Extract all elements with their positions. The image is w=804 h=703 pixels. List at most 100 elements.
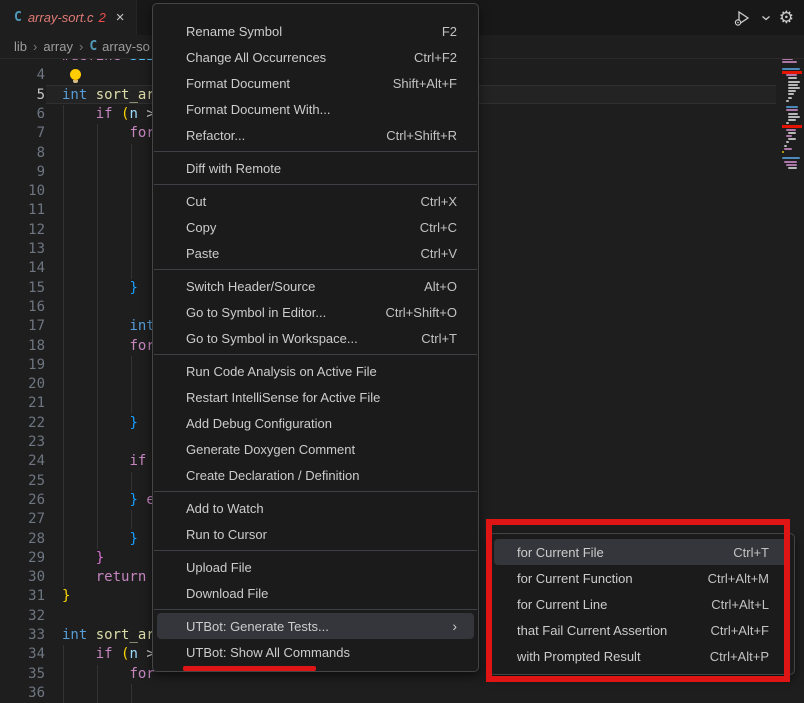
menu-item-shortcut: Ctrl+V bbox=[421, 246, 457, 261]
code-line: } bbox=[62, 279, 138, 298]
tab-array-sort[interactable]: C array-sort.c 2 × bbox=[0, 0, 137, 35]
menu-item-label: Restart IntelliSense for Active File bbox=[186, 390, 457, 405]
submenu-arrow-icon: › bbox=[452, 618, 457, 634]
code-line: return ( bbox=[62, 568, 163, 587]
minimap-line bbox=[786, 141, 789, 143]
code-line: int sort_arr bbox=[62, 626, 163, 645]
menu-item-shortcut: Ctrl+Alt+P bbox=[710, 649, 769, 664]
line-number: 31 bbox=[7, 587, 45, 606]
menu-item-add-to-watch[interactable]: Add to Watch bbox=[157, 495, 474, 521]
menu-item-format-document[interactable]: Format DocumentShift+Alt+F bbox=[157, 70, 474, 96]
menu-separator bbox=[154, 550, 477, 551]
line-number: 23 bbox=[7, 433, 45, 452]
code-line: } el bbox=[62, 491, 163, 510]
line-number: 20 bbox=[7, 375, 45, 394]
menu-item-label: Copy bbox=[186, 220, 396, 235]
menu-separator bbox=[154, 609, 477, 610]
minimap-line bbox=[782, 151, 784, 153]
menu-item-label: UTBot: Show All Commands bbox=[186, 645, 457, 660]
line-number: 7 bbox=[7, 124, 45, 143]
menu-item-restart-intellisense-for-active-file[interactable]: Restart IntelliSense for Active File bbox=[157, 384, 474, 410]
menu-item-refactor[interactable]: Refactor... Ctrl+Shift+R bbox=[157, 122, 474, 148]
menu-item-change-all-occurrences[interactable]: Change All OccurrencesCtrl+F2 bbox=[157, 44, 474, 70]
menu-item-shortcut: Ctrl+Alt+M bbox=[708, 571, 769, 586]
line-number: 10 bbox=[7, 182, 45, 201]
minimap-line bbox=[788, 81, 800, 83]
lightbulb-icon[interactable] bbox=[69, 69, 82, 82]
indent-guide bbox=[131, 144, 132, 279]
line-number: 16 bbox=[7, 298, 45, 317]
menu-item-utbot-generate-tests[interactable]: UTBot: Generate Tests... › bbox=[157, 613, 474, 639]
indent-guide bbox=[131, 684, 132, 703]
menu-item-utbot-show-all-commands[interactable]: UTBot: Show All Commands bbox=[157, 639, 474, 665]
code-line: } bbox=[62, 549, 104, 568]
minimap-line bbox=[786, 135, 792, 137]
minimap-line bbox=[784, 148, 792, 150]
menu-item-create-declaration-definition[interactable]: Create Declaration / Definition bbox=[157, 462, 474, 488]
breadcrumb-separator-icon: › bbox=[79, 39, 83, 54]
line-number: 9 bbox=[7, 163, 45, 182]
submenu-item-with-prompted-result[interactable]: with Prompted ResultCtrl+Alt+P bbox=[494, 643, 790, 669]
menu-item-label: Diff with Remote bbox=[186, 161, 457, 176]
breadcrumb-folder[interactable]: lib bbox=[14, 39, 27, 54]
menu-item-label: Refactor... bbox=[186, 128, 362, 143]
submenu-item-for-current-function[interactable]: for Current FunctionCtrl+Alt+M bbox=[494, 565, 790, 591]
line-number: 11 bbox=[7, 201, 45, 220]
menu-item-copy[interactable]: CopyCtrl+C bbox=[157, 214, 474, 240]
menu-item-shortcut: Ctrl+Alt+F bbox=[710, 623, 769, 638]
minimap-line bbox=[782, 68, 800, 70]
menu-item-format-document-with[interactable]: Format Document With... bbox=[157, 96, 474, 122]
line-number: 24 bbox=[7, 452, 45, 471]
line-number: 32 bbox=[7, 607, 45, 626]
close-icon[interactable]: × bbox=[116, 10, 125, 25]
minimap-line bbox=[788, 77, 797, 79]
menu-item-go-to-symbol-in-workspace[interactable]: Go to Symbol in Workspace... Ctrl+T bbox=[157, 325, 474, 351]
minimap-line bbox=[786, 164, 797, 166]
menu-item-download-file[interactable]: Download File bbox=[157, 580, 474, 606]
menu-item-label: Switch Header/Source bbox=[186, 279, 400, 294]
menu-item-switch-header-source[interactable]: Switch Header/SourceAlt+O bbox=[157, 273, 474, 299]
menu-item-cut[interactable]: CutCtrl+X bbox=[157, 188, 474, 214]
indent-guide bbox=[131, 510, 132, 529]
menu-item-label: for Current Line bbox=[517, 597, 687, 612]
submenu-item-for-current-line[interactable]: for Current LineCtrl+Alt+L bbox=[494, 591, 790, 617]
line-number: 17 bbox=[7, 317, 45, 336]
minimap-line bbox=[782, 157, 800, 159]
menu-item-upload-file[interactable]: Upload File bbox=[157, 554, 474, 580]
menu-separator bbox=[154, 491, 477, 492]
code-line: for bbox=[62, 665, 155, 684]
menu-item-go-to-symbol-in-editor[interactable]: Go to Symbol in Editor...Ctrl+Shift+O bbox=[157, 299, 474, 325]
breadcrumb-file[interactable]: array-so bbox=[102, 39, 150, 54]
menu-item-paste[interactable]: PasteCtrl+V bbox=[157, 240, 474, 266]
chevron-down-icon[interactable] bbox=[761, 14, 771, 22]
menu-item-rename-symbol[interactable]: Rename SymbolF2 bbox=[157, 18, 474, 44]
menu-item-shortcut: F2 bbox=[442, 24, 457, 39]
menu-item-label: Go to Symbol in Workspace... bbox=[186, 331, 397, 346]
menu-item-add-debug-configuration[interactable]: Add Debug Configuration bbox=[157, 410, 474, 436]
line-number: 34 bbox=[7, 645, 45, 664]
menu-item-label: Create Declaration / Definition bbox=[186, 468, 457, 483]
submenu-item-that-fail-current-assertion[interactable]: that Fail Current Assertion Ctrl+Alt+F bbox=[494, 617, 790, 643]
menu-item-generate-doxygen-comment[interactable]: Generate Doxygen Comment bbox=[157, 436, 474, 462]
menu-item-shortcut: Shift+Alt+F bbox=[393, 76, 457, 91]
menu-item-label: for Current File bbox=[517, 545, 709, 560]
breadcrumb-folder[interactable]: array bbox=[43, 39, 73, 54]
code-line: } bbox=[62, 587, 70, 606]
menu-item-diff-with-remote[interactable]: Diff with Remote bbox=[157, 155, 474, 181]
menu-item-label: Add to Watch bbox=[186, 501, 457, 516]
menu-item-label: UTBot: Generate Tests... bbox=[186, 619, 440, 634]
menu-item-run-to-cursor[interactable]: Run to Cursor bbox=[157, 521, 474, 547]
line-number: 12 bbox=[7, 221, 45, 240]
minimap-line bbox=[786, 122, 789, 124]
minimap-line bbox=[788, 167, 797, 169]
line-number: 15 bbox=[7, 279, 45, 298]
submenu-item-for-current-file[interactable]: for Current FileCtrl+T bbox=[494, 539, 790, 565]
menu-separator bbox=[154, 269, 477, 270]
menu-item-label: that Fail Current Assertion bbox=[517, 623, 686, 638]
run-debug-icon[interactable] bbox=[733, 8, 753, 28]
minimap[interactable] bbox=[782, 55, 804, 175]
gear-icon[interactable]: ⚙ bbox=[779, 8, 794, 28]
menu-item-run-code-analysis-on-active-file[interactable]: Run Code Analysis on Active File bbox=[157, 358, 474, 384]
menu-item-shortcut: Ctrl+Shift+R bbox=[386, 128, 457, 143]
menu-item-shortcut: Ctrl+T bbox=[421, 331, 457, 346]
